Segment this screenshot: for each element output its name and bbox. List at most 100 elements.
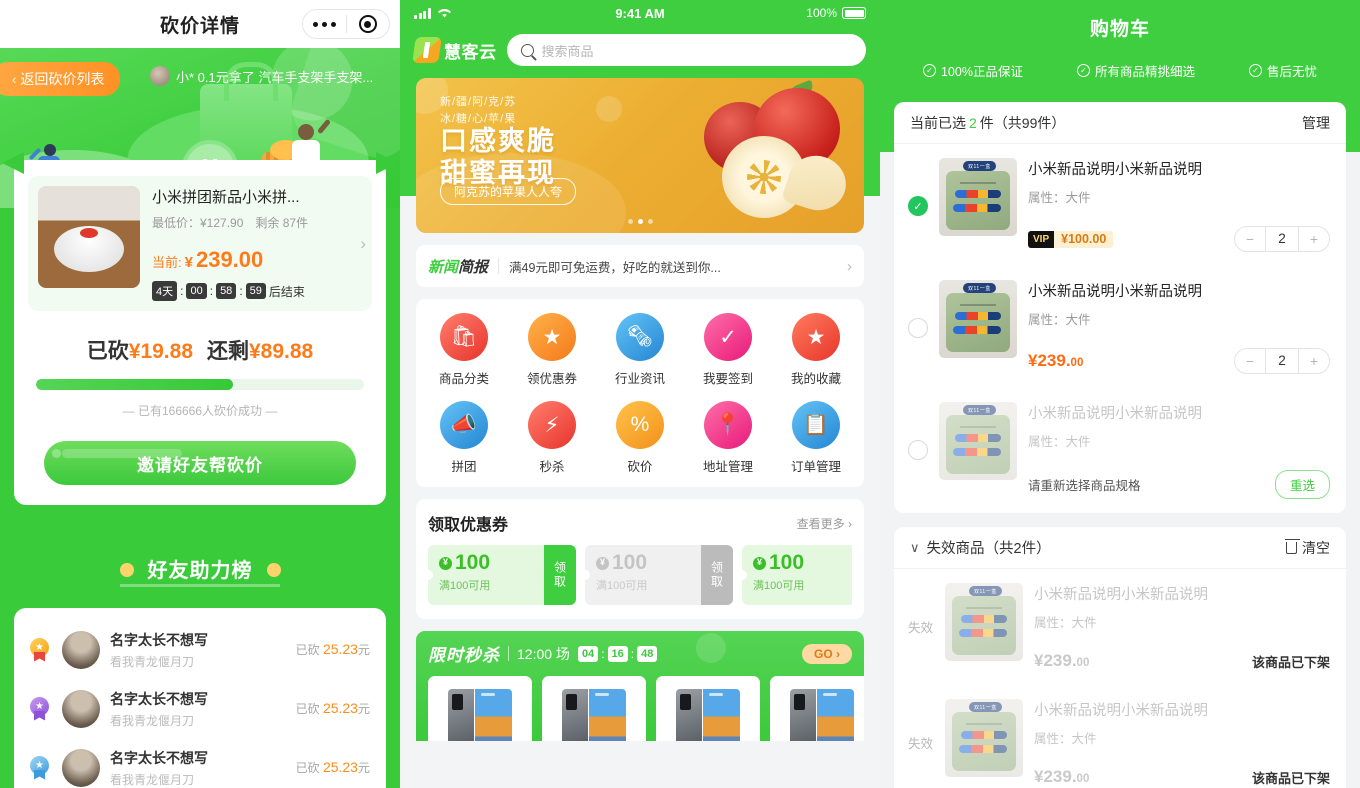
coupon-icon: ★	[528, 313, 576, 361]
divider	[508, 646, 509, 661]
cut-amount: 已砍 25.23元	[295, 700, 370, 716]
chevron-down-icon[interactable]: ∨	[910, 540, 920, 556]
countdown-hours: 04	[577, 645, 599, 662]
seckill-item[interactable]	[428, 676, 532, 741]
grid-item-favorites[interactable]: ★ 我的收藏	[772, 313, 860, 387]
countdown-days: 4天	[152, 281, 178, 301]
grid-item-coupon[interactable]: ★ 领优惠券	[508, 313, 596, 387]
grid-item-bargain[interactable]: % 砍价	[596, 401, 684, 475]
respec-button[interactable]: 重选	[1274, 470, 1330, 499]
check-circle-icon: ✓	[922, 64, 936, 77]
quantity-stepper[interactable]: − 2 +	[1234, 348, 1330, 374]
checkbox-unchecked[interactable]	[908, 440, 928, 460]
banner-dots[interactable]	[416, 219, 864, 224]
search-input[interactable]: 搜索商品	[506, 34, 866, 66]
rank-title-underline	[120, 584, 280, 587]
calendar-check-icon: ✓	[704, 313, 752, 361]
plus-button[interactable]: +	[1299, 349, 1329, 373]
avatar	[62, 748, 100, 787]
apple-illustration	[662, 79, 853, 233]
list-item[interactable]: ★ 名字太长不想写 看我青龙偃月刀 已砍 25.23元	[30, 738, 370, 788]
product-row[interactable]: 小米拼团新品小米拼... 最低价：¥127.90 剩余 87件 当前: ¥ 23…	[28, 176, 372, 311]
summary-middle: 件（共99件）	[979, 114, 1066, 131]
yen-coin-icon: ¥	[753, 556, 766, 570]
seckill-item-list	[428, 676, 864, 741]
invite-friends-button[interactable]: 邀请好友帮砍价	[44, 441, 356, 485]
search-placeholder: 搜索商品	[541, 43, 594, 59]
megaphone-icon: 📣	[440, 401, 488, 449]
page-title: 购物车	[1089, 19, 1150, 40]
grid-item-groupbuy[interactable]: 📣 拼团	[420, 401, 508, 475]
countdown-seconds: 48	[637, 645, 658, 662]
product-thumbnail: 双11一盒	[945, 699, 1023, 777]
left-label: 还剩	[207, 340, 249, 363]
clear-invalid-button[interactable]: 清空	[1285, 538, 1330, 558]
medal-blue-icon: ★	[30, 755, 52, 780]
currency-symbol: ¥	[184, 254, 193, 271]
manage-button[interactable]: 管理	[1302, 113, 1330, 133]
quick-entry-grid: 🛍 商品分类 ★ 领优惠券 🗞 行业资讯 ✓ 我要签到 ★ 我的收藏 📣 拼团 ⚡ 秒杀 % 砍…	[416, 299, 864, 487]
grid-item-checkin[interactable]: ✓ 我要签到	[684, 313, 772, 387]
trash-icon	[1285, 538, 1300, 554]
more-dots-icon[interactable]	[303, 21, 346, 27]
plus-button[interactable]: +	[1299, 227, 1329, 251]
grid-item-label: 砍价	[627, 460, 653, 474]
invalid-badge: 失效	[908, 737, 934, 751]
grid-item-news[interactable]: 🗞 行业资讯	[596, 313, 684, 387]
minus-button[interactable]: −	[1235, 227, 1265, 251]
quantity-value[interactable]: 2	[1265, 349, 1299, 373]
coupon-card[interactable]: ¥100 满100可用 领取	[428, 545, 576, 605]
coupon-header: 领取优惠券 查看更多 ›	[428, 511, 852, 535]
cart-item-info: 小米新品说明小米新品说明 属性：大件 ¥239.00 − 2 +	[1028, 280, 1330, 374]
grid-item-label: 秒杀	[539, 460, 565, 474]
promo-banner[interactable]: 新/疆/阿/克/苏 冰/糖/心/苹/果 口感爽脆 甜蜜再现 阿克苏的苹果人人夸	[416, 78, 864, 233]
target-circle-icon[interactable]	[347, 15, 390, 33]
quantity-value[interactable]: 2	[1265, 227, 1299, 251]
quantity-stepper[interactable]: − 2 +	[1234, 226, 1330, 252]
list-item[interactable]: ★ 名字太长不想写 看我青龙偃月刀 已砍 25.23元	[30, 620, 370, 679]
cart-item-row[interactable]: 双11一盒 小米新品说明小米新品说明 属性：大件 请重新选择商品规格 重选	[894, 388, 1346, 513]
cut-label: 已砍	[86, 340, 129, 363]
grid-item-label: 商品分类	[438, 372, 489, 386]
checkbox-checked[interactable]: ✓	[908, 196, 928, 216]
coupon-more-link[interactable]: 查看更多 ›	[797, 515, 852, 532]
cut-value: ¥19.88	[128, 340, 193, 363]
page-title: 砍价详情	[159, 15, 240, 37]
cart-feature-bar: ✓ 100%正品保证 ✓ 所有商品精挑细选 ✓ 售后无忧	[880, 41, 1360, 80]
coupon-body: ¥100 满100可用	[742, 545, 852, 605]
news-doc-icon: 🗞	[616, 313, 664, 361]
seckill-session: 12:00 场	[517, 645, 570, 662]
invalid-item-bottom: ¥239.00 该商品已下架	[1034, 767, 1330, 787]
winner-ticker[interactable]: 小* 0.1元拿了 汽车手支架手支架...	[150, 66, 373, 86]
grid-item-category[interactable]: 🛍 商品分类	[420, 313, 508, 387]
chevron-right-icon[interactable]: ›	[847, 258, 852, 275]
medal-gold-icon: ★	[30, 637, 52, 662]
battery-percent: 100%	[806, 6, 837, 20]
invalid-item-info: 小米新品说明小米新品说明 属性：大件 ¥239.00 该商品已下架	[1034, 583, 1330, 671]
chevron-right-icon[interactable]: ›	[360, 234, 366, 254]
seckill-item[interactable]	[656, 676, 760, 741]
minus-button[interactable]: −	[1235, 349, 1265, 373]
news-bar[interactable]: 新闻简报 满49元即可免运费，好吃的就送到你... ›	[416, 245, 864, 287]
back-to-list-button[interactable]: ‹ 返回砍价列表	[0, 62, 121, 96]
list-item[interactable]: ★ 名字太长不想写 看我青龙偃月刀 已砍 25.23元	[30, 679, 370, 738]
wechat-capsule[interactable]	[302, 9, 390, 39]
seckill-section: 限时秒杀 12:00 场 04:16:48 GO ›	[416, 631, 864, 741]
seckill-go-button[interactable]: GO ›	[802, 643, 852, 664]
grid-item-seckill[interactable]: ⚡ 秒杀	[508, 401, 596, 475]
cart-item-row[interactable]: ✓ 双11一盒 小米新品说明小米新品说明 属性：大件 VIP ¥100.00 −…	[894, 144, 1346, 266]
countdown-suffix: 后结束	[268, 284, 305, 299]
grid-item-address[interactable]: 📍 地址管理	[684, 401, 772, 475]
coupon-card[interactable]: ¥100 满100可用 领取	[742, 545, 852, 605]
grid-item-orders[interactable]: 📋 订单管理	[772, 401, 860, 475]
shopping-bag-icon: 🛍	[440, 313, 488, 361]
banner-pill-label: 阿克苏的苹果人人夸	[440, 178, 577, 205]
seckill-item[interactable]	[542, 676, 646, 741]
seckill-item[interactable]	[770, 676, 864, 741]
coupon-claim-button[interactable]: 领取	[544, 545, 576, 605]
checkbox-unchecked[interactable]	[908, 318, 928, 338]
cart-item-info: 小米新品说明小米新品说明 属性：大件 VIP ¥100.00 − 2 +	[1028, 158, 1330, 252]
medal-purple-icon: ★	[30, 696, 52, 721]
cart-item-row[interactable]: 双11一盒 小米新品说明小米新品说明 属性：大件 ¥239.00 − 2 +	[894, 266, 1346, 388]
cart-item-bottom: VIP ¥100.00 − 2 +	[1028, 226, 1330, 252]
